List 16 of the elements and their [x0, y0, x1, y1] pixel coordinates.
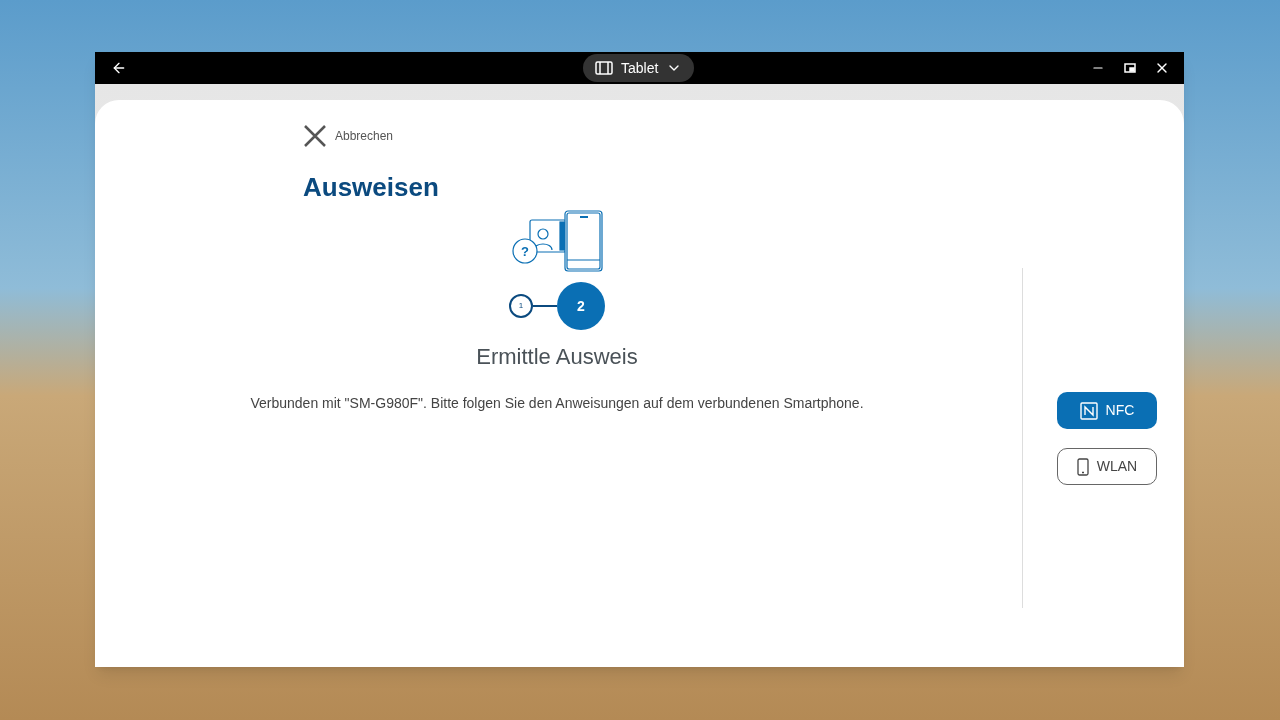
connection-mode-button[interactable]: NFC [1057, 392, 1157, 429]
step-indicator: 2 [557, 282, 605, 330]
status-heading: Ermittle Ausweis [476, 343, 638, 371]
mode-dropdown[interactable]: Tablet [583, 54, 695, 82]
step-connector [533, 305, 557, 307]
restore-icon [1124, 63, 1136, 73]
close-icon [303, 124, 327, 148]
cancel-button[interactable]: Abbrechen [303, 124, 439, 148]
status-message: Verbunden mit "SM-G980F". Bitte folgen Sie den Anweisungen auf dem verbundenen Smartphone. [250, 394, 864, 413]
page-title: Ausweisen [303, 171, 439, 204]
question-mark: ? [521, 244, 529, 259]
nfc-icon [1079, 401, 1098, 420]
connection-mode-button[interactable]: WLAN [1057, 448, 1157, 485]
step-indicator: 1 [509, 294, 533, 318]
smartphone-icon [1076, 457, 1089, 476]
tablet-icon [595, 61, 613, 75]
